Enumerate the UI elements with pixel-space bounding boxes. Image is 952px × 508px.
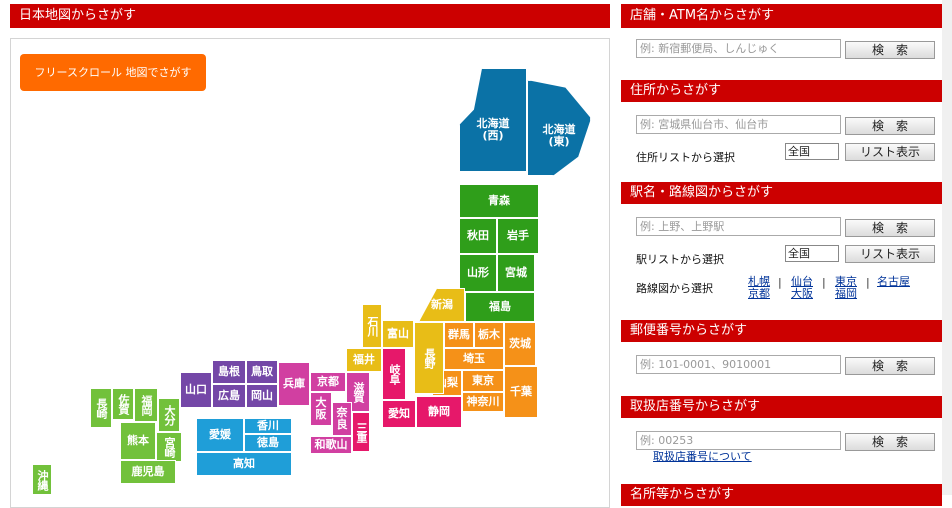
postal-search-header: 郵便番号からさがす: [621, 320, 942, 342]
pref-hiroshima[interactable]: 広島: [212, 384, 246, 408]
pref-nagasaki[interactable]: 長崎: [90, 388, 112, 428]
station-search-input[interactable]: 例: 上野、上野駅: [636, 217, 841, 236]
station-list-label: 駅リストから選択: [636, 253, 724, 266]
pref-shizuoka[interactable]: 静岡: [416, 396, 462, 428]
store-search-input[interactable]: 例: 新宿郵便局、しんじゅく: [636, 39, 841, 58]
store-search-header: 店舗・ATM名からさがす: [621, 4, 942, 28]
pref-tottori[interactable]: 鳥取: [246, 360, 278, 384]
pref-osaka[interactable]: 大阪: [310, 392, 332, 426]
pref-iwate[interactable]: 岩手: [497, 218, 539, 254]
pref-saga[interactable]: 佐賀: [112, 388, 134, 420]
pref-shimane[interactable]: 島根: [212, 360, 246, 384]
address-list-button[interactable]: リスト表示: [845, 143, 935, 161]
station-search-button[interactable]: 検 索: [845, 219, 935, 237]
pref-hyogo[interactable]: 兵庫: [278, 362, 310, 406]
pref-oita[interactable]: 大分: [158, 398, 180, 432]
station-search-header: 駅名・路線図からさがす: [621, 182, 942, 204]
pref-akita[interactable]: 秋田: [459, 218, 497, 254]
pref-ehime[interactable]: 愛媛: [196, 418, 244, 452]
pref-toyama[interactable]: 富山: [382, 320, 414, 348]
station-list-button[interactable]: リスト表示: [845, 245, 935, 263]
pref-nara[interactable]: 奈良: [332, 402, 352, 436]
pref-fukui[interactable]: 福井: [346, 348, 382, 372]
route-map-label: 路線図から選択: [636, 282, 713, 295]
pref-kumamoto[interactable]: 熊本: [120, 422, 156, 460]
pref-chiba[interactable]: 千葉: [504, 366, 538, 418]
address-prefecture-select[interactable]: 全国: [785, 143, 839, 160]
pref-saitama[interactable]: 埼玉: [444, 348, 504, 370]
free-scroll-map-button[interactable]: フリースクロール 地図でさがす: [20, 54, 206, 91]
branch-search-header: 取扱店番号からさがす: [621, 396, 942, 418]
branch-number-about-link[interactable]: 取扱店番号について: [653, 451, 752, 463]
pref-kagoshima[interactable]: 鹿児島: [120, 460, 176, 484]
pref-kochi[interactable]: 高知: [196, 452, 292, 476]
station-prefecture-select[interactable]: 全国: [785, 245, 839, 262]
route-separator: |: [866, 276, 870, 289]
postal-search-button[interactable]: 検 索: [845, 357, 935, 375]
pref-kyoto[interactable]: 京都: [310, 372, 346, 392]
address-search-button[interactable]: 検 索: [845, 117, 935, 135]
pref-ishikawa[interactable]: 石川: [362, 304, 382, 348]
branch-search-input[interactable]: 例: 00253: [636, 431, 841, 450]
address-list-label: 住所リストから選択: [636, 151, 735, 164]
pref-fukuoka[interactable]: 福岡: [134, 388, 158, 422]
pref-wakayama[interactable]: 和歌山: [310, 436, 352, 454]
store-search-button[interactable]: 検 索: [845, 41, 935, 59]
address-search-header: 住所からさがす: [621, 80, 942, 102]
pref-aomori[interactable]: 青森: [459, 184, 539, 218]
route-separator: |: [778, 276, 782, 289]
route-link-osaka[interactable]: 大阪: [791, 288, 813, 300]
route-link-nagoya[interactable]: 名古屋: [877, 276, 910, 288]
pref-tochigi[interactable]: 栃木: [474, 322, 504, 348]
pref-kanagawa[interactable]: 神奈川: [462, 392, 504, 412]
pref-gifu[interactable]: 岐阜: [382, 348, 406, 400]
pref-aichi[interactable]: 愛知: [382, 400, 416, 428]
pref-mie[interactable]: 三重: [352, 412, 370, 452]
pref-kagawa[interactable]: 香川: [244, 418, 292, 434]
route-link-fukuoka[interactable]: 福岡: [835, 288, 857, 300]
landmark-search-header: 名所等からさがす: [621, 484, 942, 506]
pref-yamaguchi[interactable]: 山口: [180, 372, 212, 408]
pref-yamagata[interactable]: 山形: [459, 254, 497, 292]
pref-tokyo[interactable]: 東京: [462, 370, 504, 392]
route-link-kyoto[interactable]: 京都: [748, 288, 770, 300]
pref-miyagi[interactable]: 宮城: [497, 254, 535, 292]
pref-nagano[interactable]: 長野: [414, 322, 444, 394]
branch-search-button[interactable]: 検 索: [845, 433, 935, 451]
pref-miyazaki[interactable]: 宮崎: [156, 432, 182, 462]
map-section-header: 日本地図からさがす: [10, 4, 610, 28]
route-separator: |: [822, 276, 826, 289]
pref-okinawa[interactable]: 沖縄: [32, 464, 52, 495]
pref-tokushima[interactable]: 徳島: [244, 434, 292, 452]
pref-okayama[interactable]: 岡山: [246, 384, 278, 408]
page-scrollbar[interactable]: [942, 0, 952, 495]
postal-search-input[interactable]: 例: 101-0001、9010001: [636, 355, 841, 374]
pref-fukushima[interactable]: 福島: [465, 292, 535, 322]
pref-ibaraki[interactable]: 茨城: [504, 322, 536, 366]
address-search-input[interactable]: 例: 宮城県仙台市、仙台市: [636, 115, 841, 134]
pref-gunma[interactable]: 群馬: [444, 322, 474, 348]
